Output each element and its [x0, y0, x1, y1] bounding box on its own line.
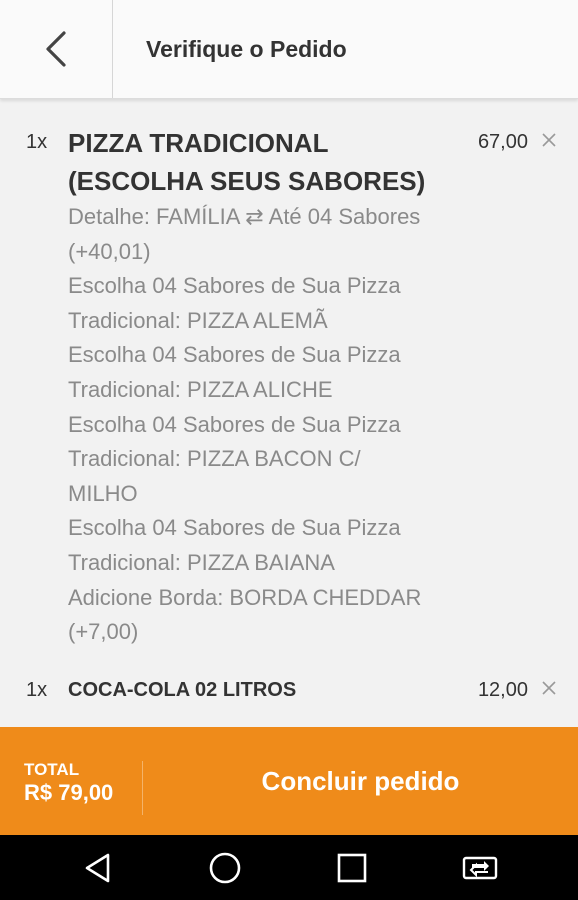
- detail-line: Tradicional: PIZZA ALICHE: [68, 376, 333, 402]
- detail-line: Adicione Borda: BORDA CHEDDAR: [68, 584, 422, 610]
- close-icon: [542, 133, 556, 147]
- screen-rotate-button[interactable]: [440, 835, 520, 900]
- total-label: TOTAL: [24, 760, 80, 779]
- back-triangle-icon: [85, 853, 110, 882]
- order-items-list[interactable]: 1x PIZZA TRADICIONAL (ESCOLHA SEUS SABOR…: [0, 99, 578, 727]
- system-recents-button[interactable]: [312, 835, 392, 900]
- order-total: TOTAL R$ 79,00: [0, 727, 142, 835]
- system-home-button[interactable]: [185, 835, 265, 900]
- item-title: PIZZA TRADICIONAL (ESCOLHA SEUS SABORES): [68, 124, 468, 200]
- detail-line: Escolha 04 Sabores de Sua Pizza: [68, 273, 401, 299]
- order-item-coca-cola: 1x COCA-COLA 02 LITROS 12,00: [0, 664, 578, 727]
- detail-line: Detalhe: FAMÍLIA ⇄ Até 04 Sabores: [68, 204, 421, 229]
- screen-rotate-icon: [462, 856, 498, 879]
- detail-line: (+40,01): [68, 238, 151, 264]
- item-price: 12,00: [477, 679, 528, 701]
- app-screen: Verifique o Pedido 1x PIZZA TRADICIONAL …: [0, 0, 578, 900]
- detail-line: Tradicional: PIZZA BAIANA: [68, 549, 335, 575]
- item-details: Detalhe: FAMÍLIA ⇄ Até 04 Sabores (+40,0…: [68, 200, 478, 650]
- home-circle-icon: [209, 852, 241, 883]
- detail-line: (+7,00): [68, 619, 139, 645]
- back-button[interactable]: [0, 0, 113, 98]
- item-quantity: 1x: [26, 679, 48, 701]
- item-quantity: 1x: [26, 131, 48, 153]
- item-title: COCA-COLA 02 LITROS: [68, 679, 297, 701]
- close-icon: [542, 681, 556, 695]
- remove-item-button[interactable]: [542, 133, 560, 151]
- system-back-button[interactable]: [58, 835, 138, 900]
- item-price: 67,00: [477, 131, 528, 153]
- detail-line: Tradicional: PIZZA ALEMÃ: [68, 307, 328, 333]
- order-item-pizza: 1x PIZZA TRADICIONAL (ESCOLHA SEUS SABOR…: [0, 99, 578, 664]
- detail-line: MILHO: [68, 480, 138, 506]
- total-value: R$ 79,00: [24, 780, 114, 805]
- detail-line: Escolha 04 Sabores de Sua Pizza: [68, 342, 401, 368]
- conclude-order-button[interactable]: Concluir pedido: [143, 727, 578, 835]
- recents-square-icon: [337, 853, 367, 882]
- remove-item-button[interactable]: [542, 681, 560, 699]
- item-title-line: PIZZA TRADICIONAL: [68, 128, 329, 158]
- detail-line: Escolha 04 Sabores de Sua Pizza: [68, 515, 401, 541]
- detail-line: Escolha 04 Sabores de Sua Pizza: [68, 411, 401, 437]
- system-navigation-bar: [0, 835, 578, 900]
- checkout-bar: TOTAL R$ 79,00 Concluir pedido: [0, 727, 578, 835]
- detail-line: Tradicional: PIZZA BACON C/: [68, 446, 361, 472]
- item-title-line: (ESCOLHA SEUS SABORES): [68, 166, 426, 196]
- page-title: Verifique o Pedido: [146, 36, 347, 62]
- top-app-bar: Verifique o Pedido: [0, 0, 578, 99]
- chevron-left-icon: [46, 31, 66, 67]
